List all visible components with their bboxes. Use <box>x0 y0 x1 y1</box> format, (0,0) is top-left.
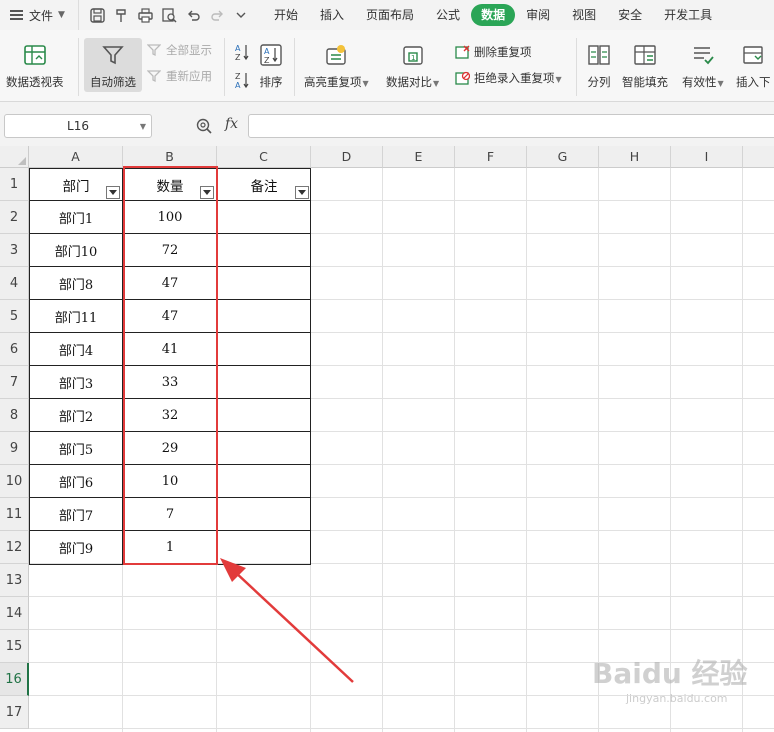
print-icon[interactable] <box>137 7 153 23</box>
filter-funnel-icon <box>100 42 126 68</box>
reject-duplicates-label: 拒绝录入重复项▼ <box>474 71 562 85</box>
tab-security[interactable]: 安全 <box>607 4 653 26</box>
svg-text:A: A <box>264 47 270 56</box>
tab-view[interactable]: 视图 <box>561 4 607 26</box>
insert-dropdown-button[interactable]: 插入下 <box>736 42 771 90</box>
insert-dropdown-icon <box>740 42 766 68</box>
smart-fill-icon <box>632 42 658 68</box>
svg-text:1: 1 <box>411 54 415 62</box>
validity-label: 有效性▼ <box>682 75 724 89</box>
sort-za-icon: ZA <box>234 72 250 89</box>
tab-home[interactable]: 开始 <box>263 4 309 26</box>
chevron-down-icon: ▼ <box>139 121 146 131</box>
tab-formulas[interactable]: 公式 <box>425 4 471 26</box>
highlight-duplicates-button[interactable]: 高亮重复项▼ <box>304 42 369 90</box>
ribbon-separator <box>294 38 295 96</box>
pivot-table-button[interactable]: 数据透视表 <box>6 42 64 90</box>
name-box[interactable]: L16 ▼ <box>4 114 152 138</box>
sort-descending-button[interactable]: ZA <box>234 70 250 90</box>
reject-duplicates-icon <box>454 70 470 86</box>
svg-text:A: A <box>235 44 241 53</box>
remove-duplicates-button[interactable]: 删除重复项 <box>454 42 532 62</box>
data-compare-label: 数据对比▼ <box>386 75 440 89</box>
sort-label: 排序 <box>259 75 283 89</box>
svg-text:Z: Z <box>235 72 241 81</box>
save-icon[interactable] <box>89 7 105 23</box>
remove-duplicates-label: 删除重复项 <box>474 45 532 59</box>
chevron-down-icon: ▼ <box>58 10 65 20</box>
fx-icon[interactable]: fx <box>225 116 238 132</box>
reapply-label: 重新应用 <box>166 69 212 83</box>
show-all-label: 全部显示 <box>166 43 212 57</box>
tab-data[interactable]: 数据 <box>471 4 516 26</box>
zoom-search-icon[interactable] <box>196 118 212 137</box>
undo-icon[interactable] <box>185 7 201 23</box>
highlight-duplicates-label: 高亮重复项▼ <box>304 75 369 89</box>
tab-insert[interactable]: 插入 <box>309 4 355 26</box>
tab-developer[interactable]: 开发工具 <box>653 4 723 26</box>
highlight-duplicates-icon <box>323 42 349 68</box>
insert-dropdown-label: 插入下 <box>736 75 771 89</box>
annotation-arrow <box>220 558 354 683</box>
ribbon-data: 数据透视表 自动筛选 全部显示 重新应用 AZ ZA AZ 排序 高亮重复项▼ … <box>0 30 774 102</box>
data-compare-button[interactable]: 1 数据对比▼ <box>386 42 439 90</box>
customize-toolbar-icon[interactable] <box>233 7 249 23</box>
ribbon-separator <box>78 38 79 96</box>
pivot-table-icon <box>22 42 48 68</box>
spreadsheet-grid[interactable]: A B C D E F G H I 1 2 3 4 5 6 7 8 9 10 1… <box>0 146 774 732</box>
sort-icon: AZ <box>258 42 284 68</box>
validity-icon <box>690 42 716 68</box>
ribbon-separator <box>224 38 225 96</box>
name-box-value: L16 <box>67 119 89 133</box>
baidu-watermark-logo: Baidu 经验 <box>592 657 748 690</box>
show-all-icon <box>146 42 162 58</box>
hamburger-icon <box>10 10 23 20</box>
data-compare-icon: 1 <box>400 42 426 68</box>
formula-input[interactable] <box>248 114 774 138</box>
file-menu-button[interactable]: 文件 ▼ <box>0 0 78 30</box>
baidu-watermark-url: jingyan.baidu.com <box>626 692 728 705</box>
remove-duplicates-icon <box>454 44 470 60</box>
auto-filter-button[interactable]: 自动筛选 <box>84 38 142 92</box>
file-menu-label: 文件 <box>29 8 54 23</box>
show-all-button[interactable]: 全部显示 <box>146 40 212 60</box>
auto-filter-label: 自动筛选 <box>90 75 136 89</box>
svg-text:Z: Z <box>235 53 241 61</box>
format-painter-icon[interactable] <box>113 7 129 23</box>
reapply-icon <box>146 68 162 84</box>
reject-duplicates-button[interactable]: 拒绝录入重复项▼ <box>454 68 562 88</box>
quick-access-toolbar <box>78 0 249 30</box>
smart-fill-label: 智能填充 <box>622 75 668 89</box>
split-column-icon <box>586 42 612 68</box>
svg-text:Z: Z <box>264 56 270 65</box>
tab-review[interactable]: 审阅 <box>515 4 561 26</box>
sort-button[interactable]: AZ 排序 <box>258 42 284 90</box>
menu-bar: 文件 ▼ 开始 插入 页面布局 公式 数据 审阅 视图 安全 开发工具 <box>0 0 774 30</box>
svg-text:A: A <box>235 81 241 89</box>
formula-bar: L16 ▼ fx <box>0 102 774 146</box>
pivot-table-label: 数据透视表 <box>6 75 64 89</box>
redo-icon[interactable] <box>209 7 225 23</box>
ribbon-separator <box>576 38 577 96</box>
reapply-button[interactable]: 重新应用 <box>146 66 212 86</box>
smart-fill-button[interactable]: 智能填充 <box>622 42 668 90</box>
split-column-label: 分列 <box>587 75 611 89</box>
validity-button[interactable]: 有效性▼ <box>682 42 724 90</box>
print-preview-icon[interactable] <box>161 7 177 23</box>
sort-az-icon: AZ <box>234 44 250 61</box>
ribbon-tabs: 开始 插入 页面布局 公式 数据 审阅 视图 安全 开发工具 <box>263 4 723 26</box>
tab-page-layout[interactable]: 页面布局 <box>355 4 425 26</box>
split-column-button[interactable]: 分列 <box>586 42 612 90</box>
sort-ascending-button[interactable]: AZ <box>234 42 250 62</box>
